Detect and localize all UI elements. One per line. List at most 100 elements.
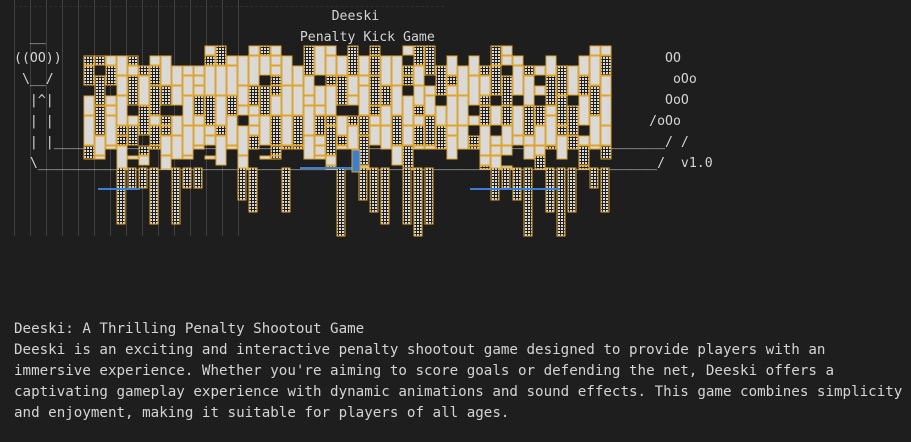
glyph-box xyxy=(589,145,601,150)
glyph-box xyxy=(567,65,579,96)
glyph-box xyxy=(534,125,546,146)
glyph-box xyxy=(292,85,304,116)
glyph-box xyxy=(336,75,348,106)
description-line: captivating gameplay experience with dyn… xyxy=(14,384,903,400)
glyph-box xyxy=(501,55,513,66)
glyph-box xyxy=(424,145,436,150)
glyph-box xyxy=(116,125,128,136)
glyph-box xyxy=(479,75,491,96)
glyph-box xyxy=(182,155,194,160)
glyph-box xyxy=(468,75,480,106)
glyph-box xyxy=(457,95,469,126)
glyph-box xyxy=(523,75,535,106)
glyph-box xyxy=(534,85,546,96)
glyph-box xyxy=(248,55,260,86)
glyph-box xyxy=(424,85,436,96)
glyph-box xyxy=(501,145,513,156)
glyph-box xyxy=(204,155,216,160)
readme-description: Deeski: A Thrilling Penalty Shootout Gam… xyxy=(14,319,904,424)
glyph-box xyxy=(413,145,425,150)
glyph-box xyxy=(270,155,282,160)
glyph-box xyxy=(358,85,370,116)
glyph-box xyxy=(325,55,337,76)
glyph-box xyxy=(578,95,590,126)
glyph-box xyxy=(237,85,249,106)
glyph-box xyxy=(490,65,502,96)
glyph-box xyxy=(402,95,414,126)
glyph-box xyxy=(149,65,161,86)
glyph-box xyxy=(490,105,502,126)
glyph-box xyxy=(226,115,238,146)
glyph-box xyxy=(281,55,293,86)
glyph-box xyxy=(325,155,337,166)
glyph-box xyxy=(248,125,260,136)
glyph-box xyxy=(281,167,291,213)
glyph-box xyxy=(457,125,469,150)
glyph-box xyxy=(182,95,194,126)
glyph-box xyxy=(589,85,601,116)
glyph-box xyxy=(259,85,271,116)
glyph-box xyxy=(281,145,293,150)
glyph-box xyxy=(237,55,249,86)
glyph-box xyxy=(116,55,128,76)
glyph-box xyxy=(534,65,546,76)
glyph-box xyxy=(160,85,172,106)
glyph-box xyxy=(600,125,612,146)
glyph-box xyxy=(204,95,216,126)
glyph-box xyxy=(512,65,524,96)
glyph-box xyxy=(94,155,106,160)
glyph-box xyxy=(171,65,183,86)
glyph-box xyxy=(160,125,172,136)
glyph-box xyxy=(567,105,579,136)
glyph-box xyxy=(270,55,282,66)
glyph-box xyxy=(347,45,359,76)
glyph-box xyxy=(116,95,128,126)
glyph-box xyxy=(193,125,205,146)
glyph-box xyxy=(116,167,126,225)
glyph-box xyxy=(600,45,612,56)
glyph-box xyxy=(336,167,346,237)
glyph-box xyxy=(259,55,271,76)
glyph-box xyxy=(138,65,150,76)
glyph-box xyxy=(523,65,535,76)
glyph-box xyxy=(325,75,337,86)
glyph-box xyxy=(182,167,192,189)
glyph-box xyxy=(479,95,491,106)
glyph-box xyxy=(116,75,128,96)
glyph-box xyxy=(424,167,434,225)
glyph-box xyxy=(567,167,577,213)
glyph-box xyxy=(204,135,216,146)
glyph-box xyxy=(270,95,282,116)
glyph-box xyxy=(281,115,293,146)
glyph-box xyxy=(171,167,181,225)
glyph-box xyxy=(215,45,227,66)
glyph-box xyxy=(457,65,469,96)
glyph-box xyxy=(391,115,403,146)
glyph-box xyxy=(314,145,326,156)
glyph-box xyxy=(171,115,183,136)
glyph-box xyxy=(138,105,150,136)
glyph-box xyxy=(314,135,326,146)
glyph-box xyxy=(446,55,458,76)
glyph-box xyxy=(94,105,106,136)
glyph-box xyxy=(259,155,271,160)
glyph-box xyxy=(314,85,326,106)
glyph-box xyxy=(160,115,172,126)
glyph-box xyxy=(523,135,535,146)
glyph-box xyxy=(479,155,491,166)
glyph-box xyxy=(204,45,216,56)
glyph-box xyxy=(391,55,403,86)
glyph-box xyxy=(127,125,139,146)
glyph-box xyxy=(149,115,161,126)
editor-pane[interactable]: Deeski __ Penalty Kick Game ((OO)) OO \_… xyxy=(0,0,911,442)
glyph-box xyxy=(413,105,425,116)
glyph-box xyxy=(83,95,95,116)
glyph-box xyxy=(193,75,205,86)
glyph-box xyxy=(369,167,379,213)
glyph-box xyxy=(270,85,282,96)
glyph-box xyxy=(402,45,414,56)
glyph-box xyxy=(248,167,258,213)
glyph-box xyxy=(490,145,502,156)
glyph-box xyxy=(380,85,392,106)
glyph-box xyxy=(358,75,370,86)
